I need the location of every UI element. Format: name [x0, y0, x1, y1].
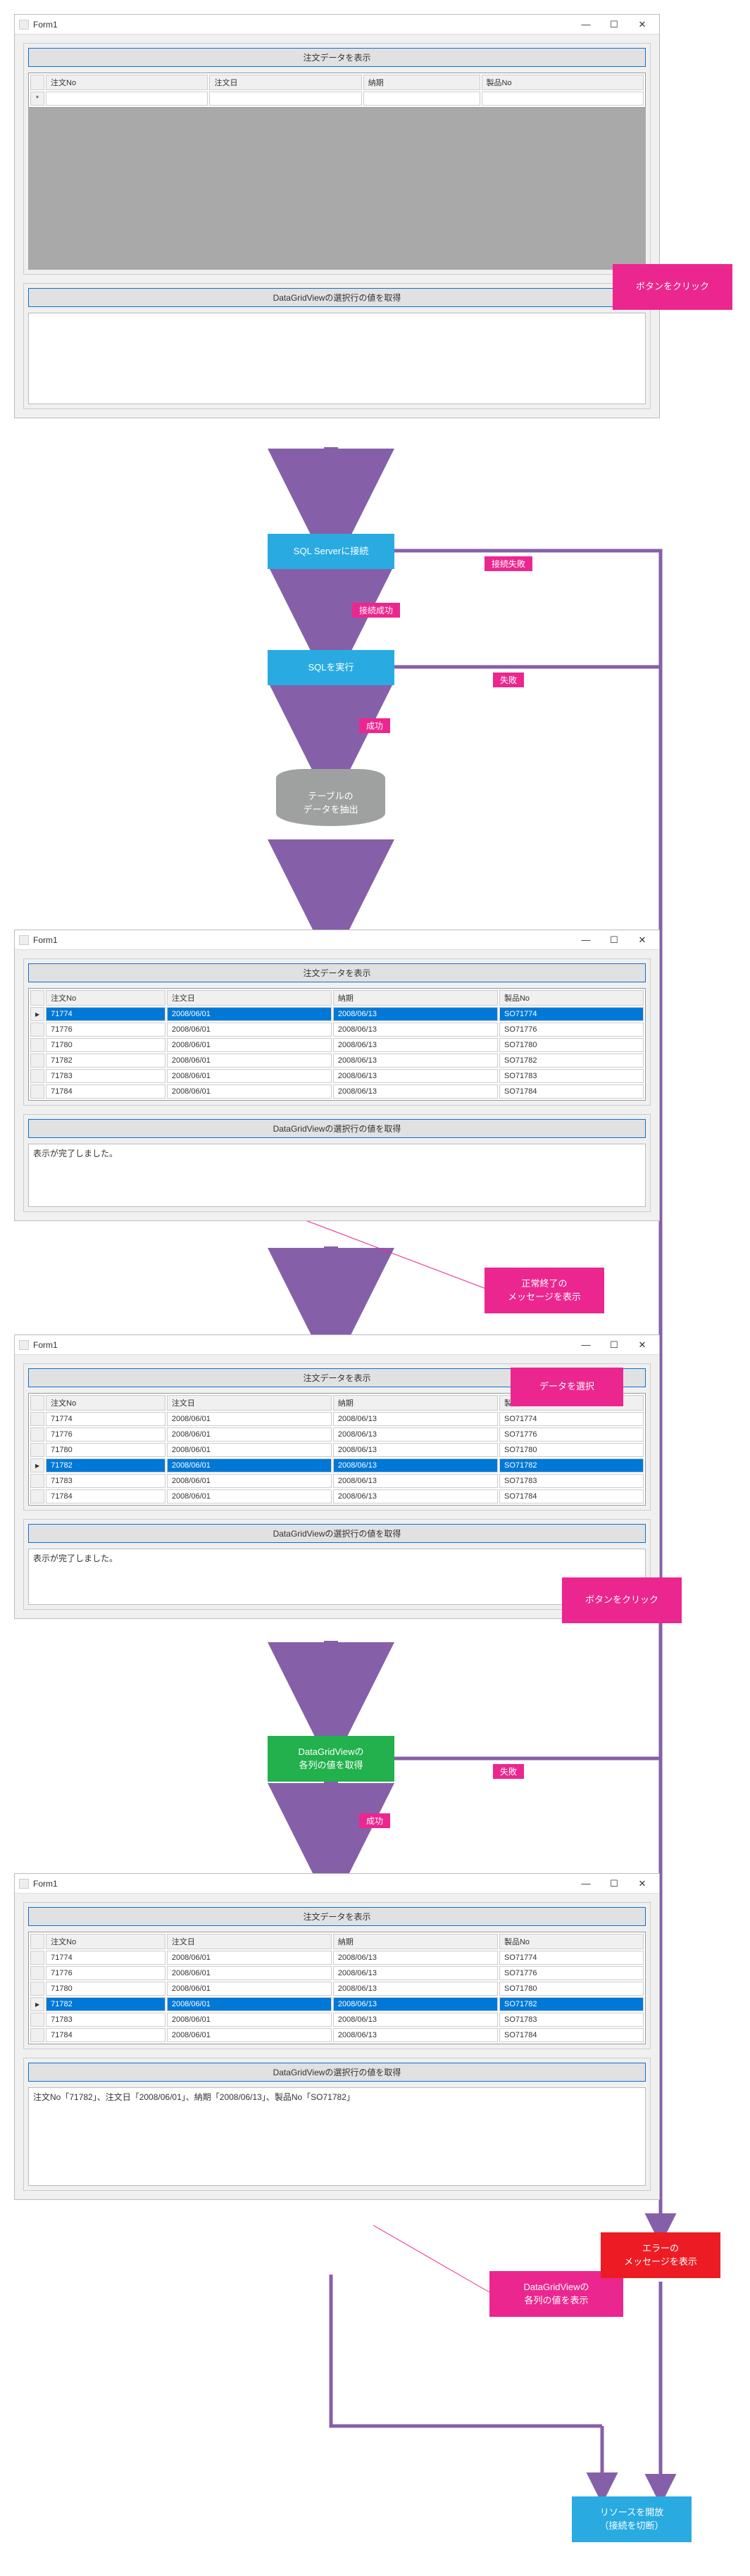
app-icon — [19, 1879, 29, 1889]
show-data-button[interactable]: 注文データを表示 — [28, 48, 646, 67]
col-header[interactable]: 注文No — [46, 990, 165, 1006]
col-header[interactable]: 製品No — [482, 75, 644, 90]
output-textbox[interactable] — [28, 313, 646, 404]
label-click-button-2: ボタンをクリック — [562, 1577, 682, 1623]
data-grid[interactable]: 注文No注文日納期製品No 717742008/06/012008/06/13SO… — [28, 1932, 646, 2044]
table-row[interactable]: 717842008/06/012008/06/13SO71784 — [30, 2028, 644, 2042]
label-ok-2: 成功 — [359, 1813, 390, 1828]
col-header[interactable]: 注文No — [46, 1934, 165, 1949]
col-header[interactable]: 注文日 — [167, 990, 332, 1006]
close-button[interactable]: ✕ — [628, 932, 656, 948]
label-click-button: ボタンをクリック — [613, 264, 732, 310]
form2-window: Form1 — ☐ ✕ 注文データを表示 注文No注文日納期製品No717742… — [14, 930, 660, 1221]
table-row[interactable]: 717742008/06/012008/06/13SO71774 — [30, 1007, 644, 1021]
output-textbox[interactable]: 表示が完了しました。 — [28, 1549, 646, 1605]
get-selected-button[interactable]: DataGridViewの選択行の値を取得 — [28, 2063, 646, 2082]
col-header[interactable]: 製品No — [499, 990, 644, 1006]
table-row[interactable]: 717802008/06/012008/06/13SO71780 — [30, 1982, 644, 1996]
step-release: リソースを開放 （接続を切断） — [572, 2496, 692, 2542]
table-row[interactable]: 717832008/06/012008/06/13SO71783 — [30, 2013, 644, 2027]
table-row[interactable]: 717762008/06/012008/06/13SO71776 — [30, 1966, 644, 1980]
table-row[interactable]: 717822008/06/012008/06/13SO71782 — [30, 1997, 644, 2011]
step-error-message: エラーの メッセージを表示 — [601, 2232, 720, 2278]
label-fail: 失敗 — [493, 673, 524, 687]
step-sql-exec: SQLを実行 — [268, 650, 394, 685]
get-selected-button[interactable]: DataGridViewの選択行の値を取得 — [28, 1119, 646, 1138]
form4-window: Form1 — ☐ ✕ 注文データを表示 注文No注文日納期製品No 717742… — [14, 1873, 660, 2200]
table-row[interactable]: 717742008/06/012008/06/13SO71774 — [30, 1412, 644, 1426]
label-conn-fail: 接続失敗 — [485, 556, 532, 571]
data-grid[interactable]: 注文No注文日納期製品No717742008/06/012008/06/13SO… — [28, 1393, 646, 1506]
show-data-button[interactable]: 注文データを表示 — [28, 1907, 646, 1926]
col-header[interactable]: 注文日 — [209, 75, 361, 90]
titlebar: Form1 — ☐ ✕ — [15, 930, 659, 950]
close-button[interactable]: ✕ — [628, 17, 656, 32]
maximize-button[interactable]: ☐ — [600, 1876, 628, 1892]
col-header[interactable]: 注文No — [46, 75, 208, 90]
col-header[interactable]: 納期 — [333, 1395, 498, 1411]
window-title: Form1 — [33, 1879, 58, 1889]
maximize-button[interactable]: ☐ — [600, 17, 628, 32]
table-row[interactable]: 717802008/06/012008/06/13SO71780 — [30, 1443, 644, 1457]
window-title: Form1 — [33, 935, 58, 945]
titlebar: Form1 — ☐ ✕ — [15, 1874, 659, 1894]
table-row[interactable]: 717762008/06/012008/06/13SO71776 — [30, 1427, 644, 1442]
step-sql-connect: SQL Serverに接続 — [268, 534, 394, 569]
label-ok: 成功 — [359, 718, 390, 733]
data-grid[interactable]: 注文No注文日納期製品No717742008/06/012008/06/13SO… — [28, 988, 646, 1101]
col-header[interactable]: 製品No — [499, 1934, 644, 1949]
output-textbox[interactable]: 表示が完了しました。 — [28, 1144, 646, 1207]
form1-window: Form1 — ☐ ✕ 注文データを表示 注文No 注文日 納期 製品No * … — [14, 14, 660, 418]
table-row[interactable]: 717822008/06/012008/06/13SO71782 — [30, 1458, 644, 1473]
col-header[interactable]: 納期 — [333, 990, 498, 1006]
table-row[interactable]: 717842008/06/012008/06/13SO71784 — [30, 1489, 644, 1503]
minimize-button[interactable]: — — [572, 1876, 600, 1892]
output-textbox[interactable]: 注文No「71782」、注文日「2008/06/01」、納期「2008/06/1… — [28, 2087, 646, 2186]
table-row[interactable]: 717822008/06/012008/06/13SO71782 — [30, 1053, 644, 1068]
app-icon — [19, 1340, 29, 1350]
label-select-data: データを選択 — [511, 1368, 623, 1406]
col-header[interactable]: 納期 — [333, 1934, 498, 1949]
table-row[interactable]: 717742008/06/012008/06/13SO71774 — [30, 1951, 644, 1965]
table-row[interactable]: 717802008/06/012008/06/13SO71780 — [30, 1038, 644, 1052]
table-row[interactable]: 717762008/06/012008/06/13SO71776 — [30, 1023, 644, 1037]
minimize-button[interactable]: — — [572, 932, 600, 948]
maximize-button[interactable]: ☐ — [600, 1337, 628, 1353]
window-title: Form1 — [33, 20, 58, 30]
get-selected-button[interactable]: DataGridViewの選択行の値を取得 — [28, 1524, 646, 1543]
maximize-button[interactable]: ☐ — [600, 932, 628, 948]
minimize-button[interactable]: — — [572, 17, 600, 32]
get-selected-button[interactable]: DataGridViewの選択行の値を取得 — [28, 288, 646, 307]
col-header[interactable]: 注文日 — [167, 1395, 332, 1411]
label-normal-end: 正常終了の メッセージを表示 — [485, 1268, 604, 1313]
minimize-button[interactable]: — — [572, 1337, 600, 1353]
app-icon — [19, 20, 29, 30]
label-conn-ok: 接続成功 — [352, 603, 400, 618]
window-title: Form1 — [33, 1340, 58, 1350]
table-row[interactable]: 717842008/06/012008/06/13SO71784 — [30, 1084, 644, 1099]
step-get-values: DataGridViewの 各列の値を取得 — [268, 1736, 394, 1782]
show-data-button[interactable]: 注文データを表示 — [28, 963, 646, 982]
col-header[interactable]: 納期 — [363, 75, 480, 90]
close-button[interactable]: ✕ — [628, 1337, 656, 1353]
table-row[interactable]: 717832008/06/012008/06/13SO71783 — [30, 1474, 644, 1488]
col-header[interactable]: 注文日 — [167, 1934, 332, 1949]
titlebar: Form1 — ☐ ✕ — [15, 15, 659, 35]
col-header[interactable]: 注文No — [46, 1395, 165, 1411]
table-row[interactable]: 717832008/06/012008/06/13SO71783 — [30, 1069, 644, 1083]
app-icon — [19, 935, 29, 945]
data-grid[interactable]: 注文No 注文日 納期 製品No * — [28, 73, 646, 108]
label-fail-2: 失敗 — [493, 1764, 524, 1779]
step-extract: テーブルの データを抽出 — [276, 778, 385, 826]
close-button[interactable]: ✕ — [628, 1876, 656, 1892]
titlebar: Form1 — ☐ ✕ — [15, 1335, 659, 1355]
